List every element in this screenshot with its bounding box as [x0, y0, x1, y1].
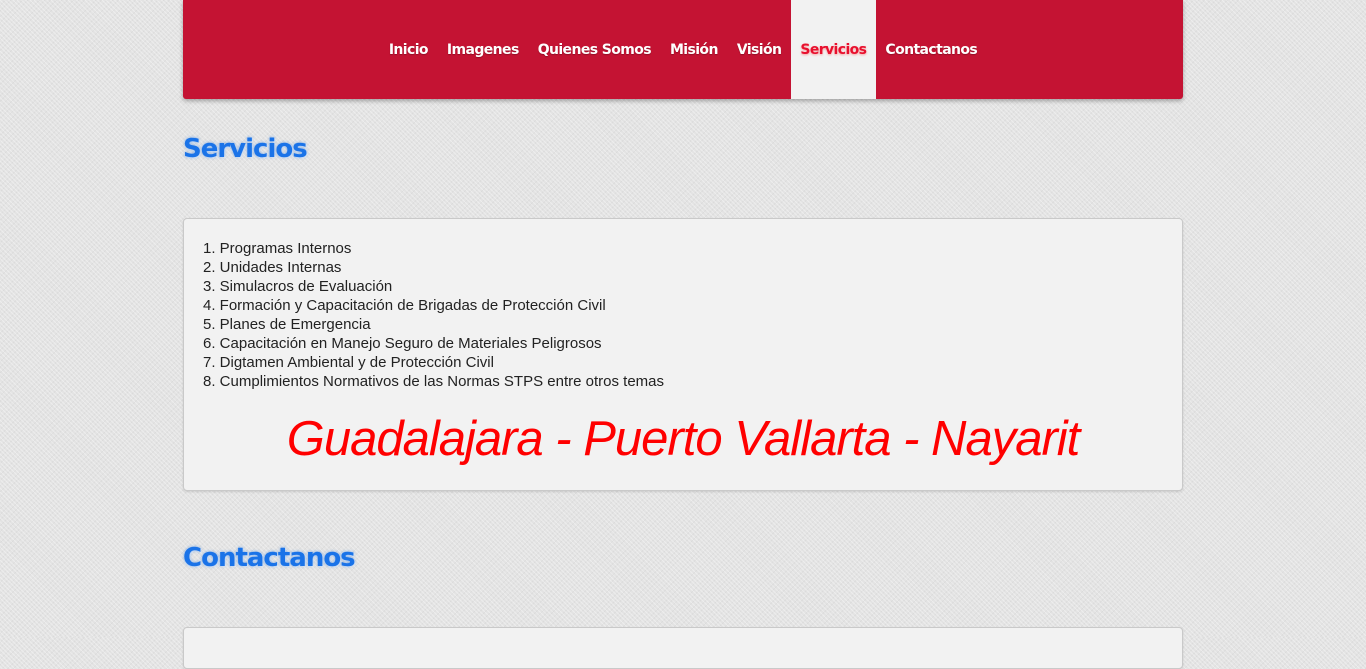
- service-item: 1. Programas Internos: [203, 240, 352, 257]
- nav-item-mision[interactable]: Misión: [660, 0, 727, 99]
- nav-item-quienes-somos[interactable]: Quienes Somos: [528, 0, 660, 99]
- locations-tagline: Guadalajara - Puerto Vallarta - Nayarit: [286, 412, 1081, 466]
- services-section-title: Servicios: [183, 134, 308, 164]
- services-panel: 1. Programas Internos 2. Unidades Intern…: [183, 218, 1183, 491]
- service-item: 3. Simulacros de Evaluación: [203, 278, 393, 295]
- service-item: 4. Formación y Capacitación de Brigadas …: [203, 297, 606, 314]
- nav-item-imagenes[interactable]: Imagenes: [437, 0, 528, 99]
- service-item: 6. Capacitación en Manejo Seguro de Mate…: [203, 335, 602, 352]
- services-list: 1. Programas Internos 2. Unidades Intern…: [203, 239, 664, 391]
- contact-panel: [183, 627, 1183, 669]
- nav-item-vision[interactable]: Visión: [727, 0, 791, 99]
- contact-section-title: Contactanos: [183, 543, 356, 573]
- top-navbar: Inicio Imagenes Quienes Somos Misión Vis…: [183, 0, 1183, 99]
- nav-item-servicios[interactable]: Servicios: [790, 0, 876, 99]
- service-item: 8. Cumplimientos Normativos de las Norma…: [203, 373, 664, 390]
- nav-menu: Inicio Imagenes Quienes Somos Misión Vis…: [183, 0, 1183, 99]
- service-item: 5. Planes de Emergencia: [203, 316, 371, 333]
- nav-item-inicio[interactable]: Inicio: [379, 0, 437, 99]
- nav-item-contactanos[interactable]: Contactanos: [876, 0, 987, 99]
- service-item: 2. Unidades Internas: [203, 259, 342, 276]
- service-item: 7. Digtamen Ambiental y de Protección Ci…: [203, 354, 494, 371]
